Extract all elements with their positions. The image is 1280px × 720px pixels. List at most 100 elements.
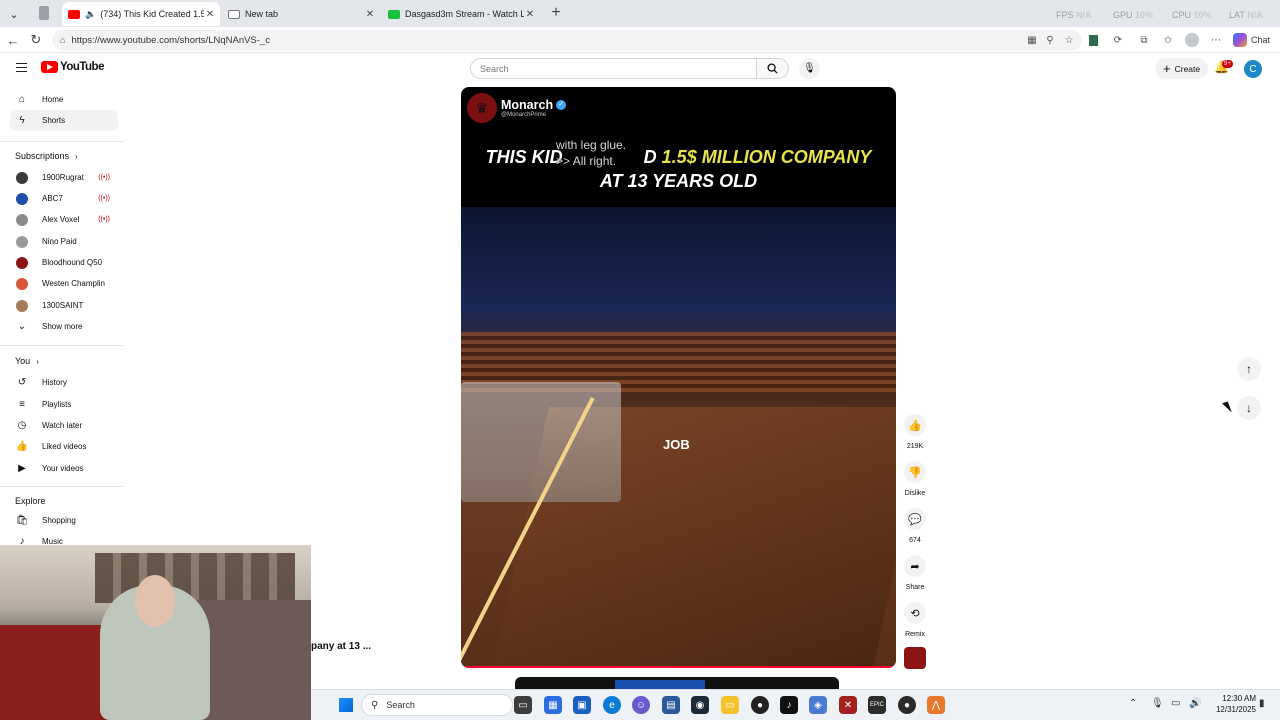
launcher-icon[interactable]: ⋀ — [927, 696, 945, 714]
chevron-right-icon: › — [75, 151, 78, 161]
epic-games-icon[interactable]: EPIC — [868, 696, 886, 714]
tiktok-icon[interactable]: ♪ — [780, 696, 798, 714]
remix-icon[interactable]: ⟲ — [904, 602, 926, 624]
sidebar-item-watch-later[interactable]: ◷ Watch later — [10, 415, 118, 436]
channel-avatar[interactable]: ♛ — [467, 93, 497, 123]
app-icon[interactable]: ◈ — [809, 696, 827, 714]
favorite-star-icon[interactable]: ☆ — [1062, 33, 1076, 47]
dislike-action[interactable]: 👎 Dislike — [902, 461, 928, 497]
sidebar-item-playlists[interactable]: ≡ Playlists — [10, 394, 118, 415]
network-icon[interactable]: ▭ — [1171, 698, 1180, 709]
mouse-cursor-icon — [1222, 401, 1232, 415]
share-arrow-icon[interactable]: ➦ — [904, 555, 926, 577]
sidebar-item-subscription[interactable]: Westen Champlin — [10, 273, 118, 294]
voice-search-button[interactable]: 🎙 — [799, 58, 820, 79]
muted-audio-icon[interactable]: 🔈 — [85, 9, 96, 20]
widgets-icon[interactable]: ▦ — [544, 696, 562, 714]
back-button[interactable]: ← — [4, 31, 22, 49]
url-field[interactable]: ⌂ https://www.youtube.com/shorts/LNqNAnV… — [52, 30, 1082, 50]
app-available-icon[interactable]: ▦ — [1025, 33, 1039, 47]
close-tab-icon[interactable]: ✕ — [204, 9, 216, 20]
previous-short-button[interactable]: ↑ — [1237, 357, 1261, 381]
tab-actions-menu-button[interactable]: ⌄ — [4, 4, 24, 24]
sound-thumbnail[interactable] — [904, 647, 926, 669]
short-video-player[interactable]: ♛ Monarch ✓ @MonarchPrime THIS KID D 1.5$… — [461, 87, 896, 668]
obs-icon[interactable]: ● — [751, 696, 769, 714]
short-channel-header[interactable]: ♛ Monarch ✓ @MonarchPrime — [467, 93, 567, 123]
discord-icon[interactable]: ☺ — [632, 696, 650, 714]
next-short-peek[interactable] — [515, 677, 839, 689]
sidebar-item-subscription[interactable]: Nino Paid — [10, 231, 118, 252]
volume-icon[interactable]: 🔊 — [1189, 698, 1201, 709]
show-more-button[interactable]: ⌄ Show more — [10, 316, 118, 337]
windows-start-icon[interactable] — [339, 698, 353, 712]
sidebar-item-your-videos[interactable]: ▶ Your videos — [10, 458, 118, 479]
more-menu-icon[interactable]: ⋯ — [1209, 33, 1223, 47]
account-avatar[interactable]: C — [1244, 60, 1262, 78]
guide-menu-icon[interactable] — [16, 63, 27, 72]
youtube-logo[interactable]: YouTube — [41, 61, 104, 73]
sidebar-item-history[interactable]: ↺ History — [10, 372, 118, 393]
copilot-chat-button[interactable]: Chat — [1233, 33, 1270, 47]
share-action[interactable]: ➦ Share — [902, 555, 928, 591]
file-explorer-icon[interactable]: ▭ — [721, 696, 739, 714]
search-input[interactable]: Search — [470, 58, 757, 79]
sidebar-item-subscription[interactable]: 1900Rugrat ((•)) — [10, 167, 118, 188]
webcam-person-head — [135, 575, 175, 627]
new-tab-button[interactable]: + — [547, 4, 565, 22]
extensions-puzzle-icon[interactable]: ⧉ — [1137, 33, 1151, 47]
search-button[interactable] — [756, 58, 789, 79]
close-tab-icon[interactable]: ✕ — [524, 9, 536, 20]
tray-overflow-icon[interactable]: ⌃ — [1129, 698, 1137, 709]
tab-youtube-short[interactable]: 🔈 (734) This Kid Created 1.5$ mi ✕ — [62, 2, 220, 26]
address-bar-row: ← ↻ ⌂ https://www.youtube.com/shorts/LNq… — [0, 27, 1280, 53]
sidebar-item-shorts[interactable]: ϟ Shorts — [10, 110, 118, 131]
steam-icon[interactable]: ◉ — [691, 696, 709, 714]
sidebar-item-subscription[interactable]: Alex Voxel ((•)) — [10, 209, 118, 230]
sidebar-item-home[interactable]: ⌂ Home — [10, 89, 118, 110]
subscriptions-heading[interactable]: Subscriptions › — [15, 151, 78, 161]
tab-new-tab[interactable]: New tab ✕ — [222, 2, 380, 26]
chevron-down-icon: ⌄ — [9, 8, 19, 21]
sidebar-item-liked-videos[interactable]: 👍 Liked videos — [10, 436, 118, 457]
favorites-icon[interactable]: ✩ — [1161, 33, 1175, 47]
recording-app-icon[interactable]: ● — [898, 696, 916, 714]
sidebar-item-subscription[interactable]: 1300SAINT — [10, 295, 118, 316]
edge-browser-icon[interactable]: e — [603, 696, 621, 714]
thumbs-down-icon[interactable]: 👎 — [904, 461, 926, 483]
remix-action[interactable]: ⟲ Remix — [902, 602, 928, 638]
video-progress-bar[interactable] — [461, 666, 896, 668]
sidebar-item-label: Bloodhound Q50 — [42, 258, 103, 267]
sidebar-item-subscription[interactable]: Bloodhound Q50 — [10, 252, 118, 273]
create-button[interactable]: + Create — [1155, 58, 1209, 79]
zoom-icon[interactable]: ⚲ — [1043, 33, 1057, 47]
task-view-icon[interactable]: ▭ — [514, 696, 532, 714]
sidebar-item-subscription[interactable]: ABC7 ((•)) — [10, 188, 118, 209]
you-heading[interactable]: You › — [15, 356, 39, 366]
tab-kick-stream[interactable]: Dasgasd3m Stream - Watch Live o ✕ — [382, 2, 540, 26]
profile-icon[interactable] — [1185, 33, 1199, 47]
like-action[interactable]: 👍 219K — [902, 414, 928, 450]
extension-icon[interactable] — [1086, 33, 1100, 47]
close-tab-icon[interactable]: ✕ — [364, 9, 376, 20]
taskbar-search-box[interactable]: ⚲ Search — [361, 694, 513, 716]
store-icon[interactable]: ▤ — [662, 696, 680, 714]
pinned-tab[interactable] — [36, 6, 52, 20]
dislike-label: Dislike — [904, 490, 926, 497]
site-info-icon[interactable]: ⌂ — [60, 35, 65, 45]
desktop-app-icon[interactable]: ▣ — [573, 696, 591, 714]
sidebar-item-shopping[interactable]: 🛍 Shopping — [10, 510, 118, 531]
thumbs-up-icon[interactable]: 👍 — [904, 414, 926, 436]
taskbar-clock[interactable]: 12:30 AM 12/31/2025 — [1206, 693, 1256, 715]
comment-icon[interactable]: 💬 — [904, 508, 926, 530]
notification-center-icon[interactable]: ▮ — [1259, 698, 1265, 709]
microphone-icon[interactable]: 🎙 — [1151, 698, 1164, 709]
refresh-extension-icon[interactable]: ⟳ — [1111, 33, 1125, 47]
game-icon[interactable]: ✕ — [839, 696, 857, 714]
comments-action[interactable]: 💬 674 — [902, 508, 928, 544]
windows-taskbar: ⚲ Search ▭ ▦ ▣ e ☺ ▤ ◉ ▭ ● ♪ ◈ ✕ EPIC ● … — [311, 689, 1280, 720]
short-title[interactable]: pany at 13 ... — [311, 641, 371, 652]
channel-avatar — [16, 171, 28, 184]
next-short-button[interactable]: ↓ — [1237, 396, 1261, 420]
reload-button[interactable]: ↻ — [27, 31, 45, 49]
